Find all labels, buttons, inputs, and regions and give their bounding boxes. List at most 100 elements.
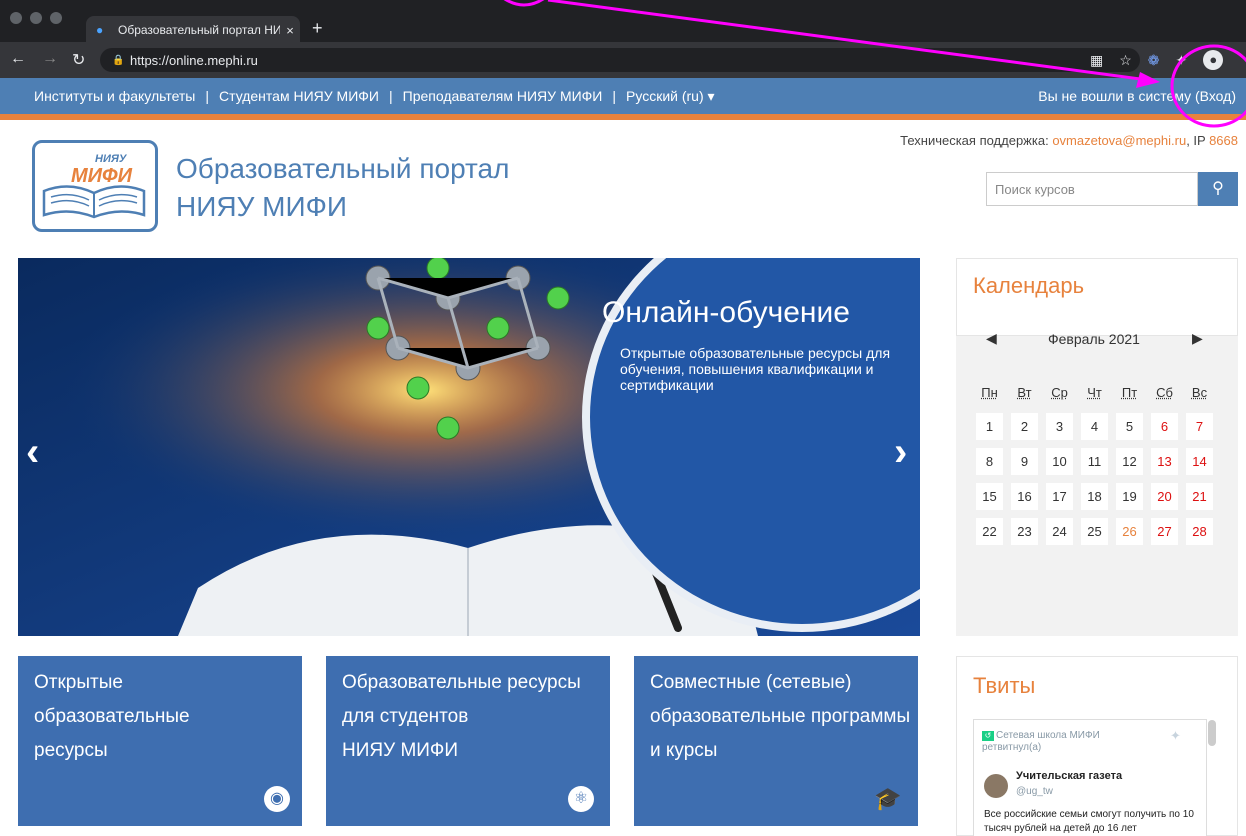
nav-students-link[interactable]: Студентам НИЯУ МИФИ xyxy=(219,88,379,104)
maximize-window-button[interactable] xyxy=(50,12,62,24)
tile-line: образовательные xyxy=(34,706,190,727)
site-title[interactable]: Образовательный портал НИЯУ МИФИ xyxy=(176,150,509,226)
calendar-weekday: Сб xyxy=(1156,385,1173,400)
support-ip: 8668 xyxy=(1209,133,1238,148)
tile-line: для студентов xyxy=(342,706,469,727)
nav-separator: | xyxy=(388,88,393,104)
retweet-label: Сетевая школа МИФИ ретвитнул(а) xyxy=(982,730,1100,753)
calendar-day[interactable]: 2 xyxy=(1011,413,1038,440)
calendar-day[interactable]: 3 xyxy=(1046,413,1073,440)
tweets-scrollbar[interactable] xyxy=(1208,720,1216,746)
window-controls xyxy=(10,12,62,24)
calendar-day[interactable]: 8 xyxy=(976,448,1003,475)
nav-institutes-link[interactable]: Институты и факультеты xyxy=(34,88,195,104)
qr-icon[interactable]: ▦ xyxy=(1090,52,1103,69)
tile-line: Открытые xyxy=(34,672,123,693)
tweet-text: Все российские семьи смогут получить по … xyxy=(984,809,1194,834)
calendar-day[interactable]: 21 xyxy=(1186,483,1213,510)
tweet-author-handle[interactable]: @ug_tw xyxy=(1016,786,1053,797)
language-dropdown[interactable]: Русский (ru) ▾ xyxy=(626,88,715,105)
support-ip-label: , IP xyxy=(1186,133,1210,148)
tile-label: Образовательные ресурсы для студентов НИ… xyxy=(342,666,581,768)
calendar-day[interactable]: 28 xyxy=(1186,518,1213,545)
close-window-button[interactable] xyxy=(10,12,22,24)
logo-text-top: НИЯУ xyxy=(95,153,127,165)
site-top-nav: Институты и факультеты | Студентам НИЯУ … xyxy=(0,78,1246,114)
calendar-day[interactable]: 17 xyxy=(1046,483,1073,510)
calendar-next-month-button[interactable]: ▶ xyxy=(1192,330,1203,347)
open-book-icon xyxy=(42,185,146,219)
profile-avatar-icon[interactable]: ● xyxy=(1203,50,1224,70)
tile-line: НИЯУ МИФИ xyxy=(342,740,459,761)
calendar-day[interactable]: 27 xyxy=(1151,518,1178,545)
calendar-day[interactable]: 1 xyxy=(976,413,1003,440)
tile-label: Открытые образовательные ресурсы xyxy=(34,666,190,768)
tile-line: Образовательные ресурсы xyxy=(342,672,581,693)
calendar-day[interactable]: 20 xyxy=(1151,483,1178,510)
calendar-day[interactable]: 26 xyxy=(1116,518,1143,545)
lock-icon: 🔒 xyxy=(112,55,125,66)
calendar-weekday: Ср xyxy=(1051,385,1068,400)
avatar[interactable] xyxy=(984,774,1008,798)
calendar-day[interactable]: 6 xyxy=(1151,413,1178,440)
calendar-day[interactable]: 7 xyxy=(1186,413,1213,440)
extension-icon[interactable]: ❁ xyxy=(1148,52,1160,69)
calendar-month-label[interactable]: Февраль 2021 xyxy=(1048,331,1140,347)
tile-student-resources[interactable]: Образовательные ресурсы для студентов НИ… xyxy=(326,656,610,826)
calendar-day[interactable]: 13 xyxy=(1151,448,1178,475)
minimize-window-button[interactable] xyxy=(30,12,42,24)
slider-next-arrow[interactable]: › xyxy=(894,430,907,475)
slide-subtitle: Открытые образовательные ресурсы для обу… xyxy=(620,345,891,393)
slide-title: Онлайн-обучение xyxy=(602,296,850,329)
calendar-prev-month-button[interactable]: ◀ xyxy=(986,330,997,347)
browser-tab[interactable]: ● Образовательный портал НИ × xyxy=(86,16,300,44)
calendar-day[interactable]: 9 xyxy=(1011,448,1038,475)
new-tab-button[interactable]: + xyxy=(312,18,323,39)
calendar-day[interactable]: 14 xyxy=(1186,448,1213,475)
calendar-day[interactable]: 10 xyxy=(1046,448,1073,475)
calendar-day[interactable]: 4 xyxy=(1081,413,1108,440)
support-info: Техническая поддержка: ovmazetova@mephi.… xyxy=(900,133,1238,148)
course-search-input[interactable]: Поиск курсов xyxy=(986,172,1198,206)
forward-icon[interactable]: → xyxy=(42,50,58,68)
puzzle-icon[interactable]: ✦ xyxy=(1176,52,1188,69)
address-bar[interactable]: 🔒 https://online.mephi.ru xyxy=(100,48,1140,72)
tile-label: Совместные (сетевые) образовательные про… xyxy=(650,666,910,768)
calendar-day[interactable]: 23 xyxy=(1011,518,1038,545)
support-email-link[interactable]: ovmazetova@mephi.ru xyxy=(1052,133,1186,148)
calendar-day[interactable]: 22 xyxy=(976,518,1003,545)
tile-open-resources[interactable]: Открытые образовательные ресурсы ◉ xyxy=(18,656,302,826)
site-title-line1: Образовательный портал xyxy=(176,153,510,184)
reload-icon[interactable]: ↻ xyxy=(72,50,85,70)
calendar-day[interactable]: 25 xyxy=(1081,518,1108,545)
calendar-weekday: Вс xyxy=(1191,385,1208,400)
retweet-info: ↺ Сетевая школа МИФИ ретвитнул(а) xyxy=(982,730,1142,754)
tweet-author-name[interactable]: Учительская газета xyxy=(1016,770,1122,782)
back-icon[interactable]: ← xyxy=(10,50,26,68)
nav-teachers-link[interactable]: Преподавателям НИЯУ МИФИ xyxy=(403,88,603,104)
atom-icon: ⚛ xyxy=(568,786,594,812)
calendar-day[interactable]: 5 xyxy=(1116,413,1143,440)
login-link[interactable]: Вы не вошли в систему (Вход) xyxy=(1038,88,1236,104)
calendar-day[interactable]: 11 xyxy=(1081,448,1108,475)
calendar-weekday: Чт xyxy=(1087,385,1102,400)
calendar-day[interactable]: 24 xyxy=(1046,518,1073,545)
calendar-day[interactable]: 19 xyxy=(1116,483,1143,510)
search-button[interactable]: ⚲ xyxy=(1198,172,1238,206)
url-text: https://online.mephi.ru xyxy=(130,52,258,68)
bookmark-star-icon[interactable]: ☆ xyxy=(1119,52,1132,69)
tile-line: образовательные программы xyxy=(650,706,911,727)
tab-close-button[interactable]: × xyxy=(280,23,300,38)
calendar-day[interactable]: 16 xyxy=(1011,483,1038,510)
graduation-cap-icon: 🎓 xyxy=(874,786,902,811)
calendar-day[interactable]: 12 xyxy=(1116,448,1143,475)
tile-joint-programs[interactable]: Совместные (сетевые) образовательные про… xyxy=(634,656,918,826)
site-logo[interactable]: НИЯУ МИФИ xyxy=(32,140,158,232)
calendar-day[interactable]: 18 xyxy=(1081,483,1108,510)
calendar-day[interactable]: 15 xyxy=(976,483,1003,510)
globe-icon: ◉ xyxy=(264,786,290,812)
site-title-line2: НИЯУ МИФИ xyxy=(176,191,347,222)
retweet-icon: ↺ xyxy=(982,731,994,741)
slider-prev-arrow[interactable]: ‹ xyxy=(26,430,39,475)
tweet-card[interactable]: ↺ Сетевая школа МИФИ ретвитнул(а) ✦ Учите… xyxy=(973,719,1207,836)
